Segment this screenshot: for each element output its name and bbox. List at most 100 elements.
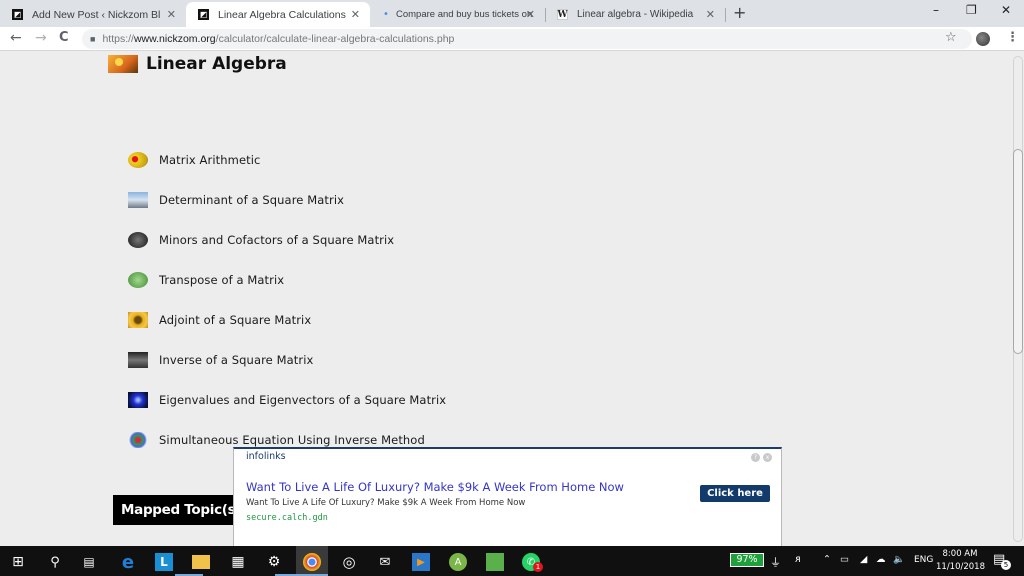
new-tab-button[interactable]: + [733, 3, 746, 22]
mail-icon[interactable]: ✉ [376, 553, 394, 571]
blue-light-icon [128, 392, 148, 408]
tab-title: Compare and buy bus tickets onl [396, 9, 532, 20]
lock-icon: ■ [90, 34, 96, 44]
topic-matrix-arithmetic[interactable]: Matrix Arithmetic [128, 140, 446, 180]
tab-close-icon[interactable]: ✕ [351, 8, 360, 21]
topic-label[interactable]: Transpose of a Matrix [159, 273, 284, 287]
nickzom-icon: ◩ [12, 9, 23, 20]
people-icon[interactable]: ᴙ [795, 554, 801, 565]
power-plug-icon: ⏚ [770, 556, 781, 569]
topic-label[interactable]: Determinant of a Square Matrix [159, 193, 344, 207]
task-view-icon[interactable]: ▤ [80, 553, 98, 571]
clock-icon [128, 232, 148, 248]
topic-inverse[interactable]: Inverse of a Square Matrix [128, 340, 446, 380]
forward-button[interactable]: → [35, 30, 47, 46]
tab-title: Linear algebra - Wikipedia [577, 9, 694, 20]
url-path: /calculator/calculate-linear-algebra-cal… [215, 33, 455, 45]
scrollbar-thumb[interactable] [1013, 149, 1023, 354]
show-hidden-icons-chevron[interactable]: ⌃ [823, 554, 831, 565]
tab-strip: ◩ Add New Post ‹ Nickzom Blog — ✕ ◩ Line… [0, 0, 1024, 27]
address-bar[interactable]: ■ https://www.nickzom.org/calculator/cal… [82, 29, 972, 49]
edge-icon[interactable]: e [119, 552, 137, 573]
android-studio-icon[interactable]: A [449, 553, 467, 571]
tab-linear-algebra-calculations[interactable]: ◩ Linear Algebra Calculations ✕ [186, 2, 370, 27]
ad-click-here-button[interactable]: Click here [700, 485, 770, 502]
calculator-icon[interactable]: ▦ [229, 553, 247, 571]
battery-indicator[interactable]: 97% [730, 553, 764, 567]
ad-description: Want To Live A Life Of Luxury? Make $9k … [246, 498, 526, 508]
topic-label[interactable]: Matrix Arithmetic [159, 153, 260, 167]
wikipedia-icon: W [557, 9, 568, 20]
mapped-topics-heading: Mapped Topic(s) [113, 495, 250, 525]
taskbar-clock[interactable]: 8:00 AM 11/10/2018 [936, 548, 985, 574]
green-circle-icon [128, 272, 148, 288]
windows-start-icon[interactable]: ⊞ [9, 553, 27, 571]
close-window-button[interactable]: ✕ [1001, 3, 1011, 17]
clock-time: 8:00 AM [942, 549, 978, 559]
settings-gear-icon[interactable]: ⚙ [265, 553, 283, 571]
windows-taskbar: ⊞ ⚲ ▤ e L ▦ ⚙ ◎ ✉ ▶ A ✆ 1 97% ⏚ ᴙ ⌃ ▭ ◢ … [0, 546, 1024, 576]
back-button[interactable]: ← [10, 30, 22, 46]
infolinks-ad[interactable]: infolinks ? x Want To Live A Life Of Lux… [233, 447, 782, 547]
tab-separator [725, 8, 726, 22]
topic-eigenvalues[interactable]: Eigenvalues and Eigenvectors of a Square… [128, 380, 446, 420]
page-title: Linear Algebra [146, 54, 287, 74]
reload-button[interactable]: C [59, 30, 69, 45]
topic-label[interactable]: Inverse of a Square Matrix [159, 353, 313, 367]
ad-brand: infolinks [246, 451, 286, 462]
profile-avatar[interactable] [976, 32, 990, 46]
topic-minors-cofactors[interactable]: Minors and Cofactors of a Square Matrix [128, 220, 446, 260]
network-adapter-icon[interactable]: ▭ [840, 554, 849, 565]
browser-menu-icon[interactable]: ⋮ [1006, 30, 1019, 45]
url-domain: www.nickzom.org [133, 33, 216, 45]
file-explorer-icon[interactable] [192, 555, 210, 569]
topic-list: Matrix Arithmetic Determinant of a Squar… [128, 140, 446, 460]
tab-title: Linear Algebra Calculations [218, 8, 346, 21]
whatsapp-badge: 1 [533, 562, 543, 572]
tab-title: Add New Post ‹ Nickzom Blog — [32, 8, 160, 21]
page-scrollbar[interactable] [1012, 52, 1024, 546]
language-indicator[interactable]: ENG [914, 555, 933, 565]
lync-icon[interactable]: L [155, 553, 173, 571]
loading-dot-icon: • [383, 9, 389, 20]
sunflower-icon [128, 312, 148, 328]
ad-url[interactable]: secure.calch.gdn [246, 513, 328, 523]
topic-label[interactable]: Eigenvalues and Eigenvectors of a Square… [159, 393, 446, 407]
tab-bus-tickets[interactable]: • Compare and buy bus tickets onl ✕ [370, 2, 545, 27]
browser-toolbar: ← → C ■ https://www.nickzom.org/calculat… [0, 27, 1024, 51]
ad-title-link[interactable]: Want To Live A Life Of Luxury? Make $9k … [246, 480, 624, 494]
tab-close-icon[interactable]: ✕ [167, 8, 176, 21]
tab-close-icon[interactable]: ✕ [706, 8, 715, 21]
topic-transpose[interactable]: Transpose of a Matrix [128, 260, 446, 300]
chrome-icon[interactable] [303, 553, 321, 571]
tab-close-icon[interactable]: ✕ [526, 8, 535, 21]
tab-wikipedia[interactable]: W Linear algebra - Wikipedia ✕ [545, 2, 725, 27]
volume-icon[interactable]: 🔈 [893, 554, 905, 565]
tab-add-new-post[interactable]: ◩ Add New Post ‹ Nickzom Blog — ✕ [0, 2, 186, 27]
city-icon [128, 192, 148, 208]
star-polyhedron-icon [128, 432, 148, 448]
groove-icon[interactable]: ◎ [340, 553, 358, 571]
linear-algebra-logo-icon [108, 55, 138, 73]
url-scheme: https:// [102, 33, 134, 45]
topic-label[interactable]: Simultaneous Equation Using Inverse Meth… [159, 433, 425, 447]
grid-icon [128, 352, 148, 368]
notification-count: 5 [1001, 560, 1011, 570]
ad-help-icon[interactable]: ? [751, 453, 760, 462]
nickzom-icon: ◩ [198, 9, 209, 20]
media-player-icon[interactable]: ▶ [412, 553, 430, 571]
ad-close-icon[interactable]: x [763, 453, 772, 462]
topic-adjoint[interactable]: Adjoint of a Square Matrix [128, 300, 446, 340]
topic-label[interactable]: Minors and Cofactors of a Square Matrix [159, 233, 394, 247]
wifi-icon[interactable]: ◢ [860, 554, 867, 565]
topic-determinant[interactable]: Determinant of a Square Matrix [128, 180, 446, 220]
search-icon[interactable]: ⚲ [46, 553, 64, 571]
onedrive-icon[interactable]: ☁ [876, 554, 886, 565]
restore-button[interactable]: ❐ [966, 3, 977, 17]
clock-date: 11/10/2018 [936, 562, 985, 572]
bookmark-star-icon[interactable]: ☆ [945, 30, 957, 45]
minimize-button[interactable]: – [933, 3, 939, 17]
page-heading: Linear Algebra [108, 54, 287, 74]
topic-label[interactable]: Adjoint of a Square Matrix [159, 313, 311, 327]
notepad-icon[interactable] [486, 553, 504, 571]
